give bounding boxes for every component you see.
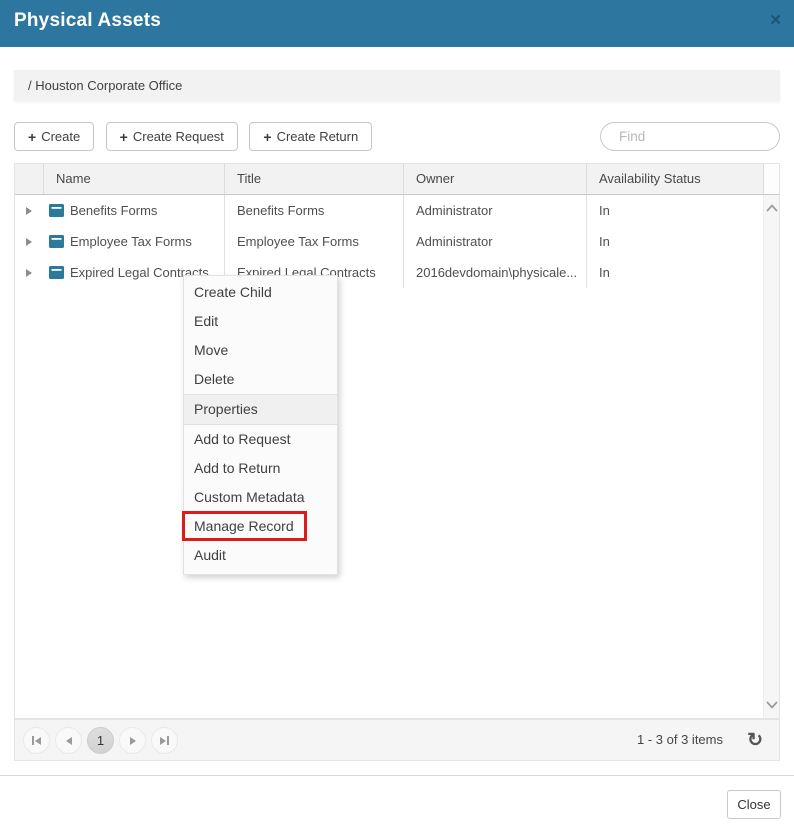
menu-item-create-child[interactable]: Create Child	[184, 278, 337, 307]
menu-item-manage-record[interactable]: Manage Record	[184, 512, 337, 541]
row-expand-cell	[15, 226, 43, 257]
create-button-label: Create	[41, 129, 80, 144]
pager-info: 1 - 3 of 3 items	[637, 720, 723, 760]
vertical-scrollbar[interactable]	[763, 195, 779, 718]
row-name: Benefits Forms	[70, 195, 157, 226]
row-title-cell: Employee Tax Forms	[224, 226, 403, 257]
dialog-titlebar: Physical Assets ✕	[0, 0, 794, 47]
toolbar: + Create + Create Request + Create Retur…	[14, 122, 780, 151]
row-owner-cell: Administrator	[403, 195, 586, 226]
table-row[interactable]: Employee Tax Forms Employee Tax Forms Ad…	[15, 226, 779, 257]
menu-item-custom-metadata[interactable]: Custom Metadata	[184, 483, 337, 512]
row-availability-cell: In	[586, 195, 763, 226]
column-header-title[interactable]: Title	[224, 164, 403, 194]
menu-item-edit[interactable]: Edit	[184, 307, 337, 336]
create-request-button[interactable]: + Create Request	[106, 122, 238, 151]
row-expand-cell	[15, 195, 43, 226]
row-name-cell: Benefits Forms	[43, 195, 224, 226]
physical-assets-dialog: Physical Assets ✕ / Houston Corporate Of…	[0, 0, 794, 832]
menu-item-delete[interactable]: Delete	[184, 365, 337, 394]
row-availability-cell: In	[586, 257, 763, 288]
asset-box-icon	[49, 204, 64, 217]
close-icon[interactable]: ✕	[769, 13, 782, 28]
find-input[interactable]	[600, 122, 780, 151]
next-page-button[interactable]	[119, 727, 146, 754]
pager-bar: 1 1 - 3 of 3 items ↻	[14, 719, 780, 761]
menu-item-add-to-return[interactable]: Add to Return	[184, 454, 337, 483]
footer-divider	[0, 775, 794, 776]
row-owner-cell: Administrator	[403, 226, 586, 257]
refresh-icon[interactable]: ↻	[747, 727, 763, 754]
menu-item-audit[interactable]: Audit	[184, 541, 337, 570]
asset-box-icon	[49, 266, 64, 279]
scroll-up-icon[interactable]	[766, 204, 778, 212]
plus-icon: +	[28, 129, 36, 145]
grid-header: Name Title Owner Availability Status	[15, 164, 779, 195]
row-title-cell: Benefits Forms	[224, 195, 403, 226]
scroll-down-icon[interactable]	[766, 701, 778, 709]
dialog-title: Physical Assets	[14, 10, 161, 32]
column-header-spacer	[763, 164, 779, 194]
breadcrumb: / Houston Corporate Office	[14, 70, 780, 101]
next-page-icon	[130, 737, 136, 745]
expand-arrow-icon[interactable]	[26, 269, 32, 277]
grid-body: Benefits Forms Benefits Forms Administra…	[15, 195, 779, 718]
create-return-button[interactable]: + Create Return	[249, 122, 372, 151]
menu-item-manage-record-label: Manage Record	[194, 518, 294, 534]
first-page-button[interactable]	[23, 727, 50, 754]
plus-icon: +	[120, 129, 128, 145]
row-owner-cell: 2016devdomain\physicale...	[403, 257, 586, 288]
menu-item-add-to-request[interactable]: Add to Request	[184, 425, 337, 454]
column-header-expand	[15, 164, 43, 194]
asset-box-icon	[49, 235, 64, 248]
previous-page-button[interactable]	[55, 727, 82, 754]
close-button[interactable]: Close	[727, 790, 781, 819]
table-row[interactable]: Benefits Forms Benefits Forms Administra…	[15, 195, 779, 226]
menu-item-properties[interactable]: Properties	[184, 395, 337, 424]
table-row[interactable]: Expired Legal Contracts Expired Legal Co…	[15, 257, 779, 288]
expand-arrow-icon[interactable]	[26, 238, 32, 246]
plus-icon: +	[263, 129, 271, 145]
row-expand-cell	[15, 257, 43, 288]
column-header-name[interactable]: Name	[43, 164, 224, 194]
previous-page-icon	[66, 737, 72, 745]
assets-grid: Name Title Owner Availability Status Ben…	[14, 163, 780, 719]
row-availability-cell: In	[586, 226, 763, 257]
create-return-button-label: Create Return	[277, 129, 359, 144]
first-page-icon	[32, 736, 41, 745]
context-menu: Create Child Edit Move Delete Properties…	[183, 275, 338, 575]
last-page-icon	[160, 736, 169, 745]
row-name-cell: Employee Tax Forms	[43, 226, 224, 257]
page-1-button[interactable]: 1	[87, 727, 114, 754]
expand-arrow-icon[interactable]	[26, 207, 32, 215]
row-name: Employee Tax Forms	[70, 226, 192, 257]
column-header-owner[interactable]: Owner	[403, 164, 586, 194]
create-request-button-label: Create Request	[133, 129, 224, 144]
column-header-availability[interactable]: Availability Status	[586, 164, 763, 194]
last-page-button[interactable]	[151, 727, 178, 754]
create-button[interactable]: + Create	[14, 122, 94, 151]
menu-item-move[interactable]: Move	[184, 336, 337, 365]
pager-buttons: 1	[23, 727, 183, 754]
